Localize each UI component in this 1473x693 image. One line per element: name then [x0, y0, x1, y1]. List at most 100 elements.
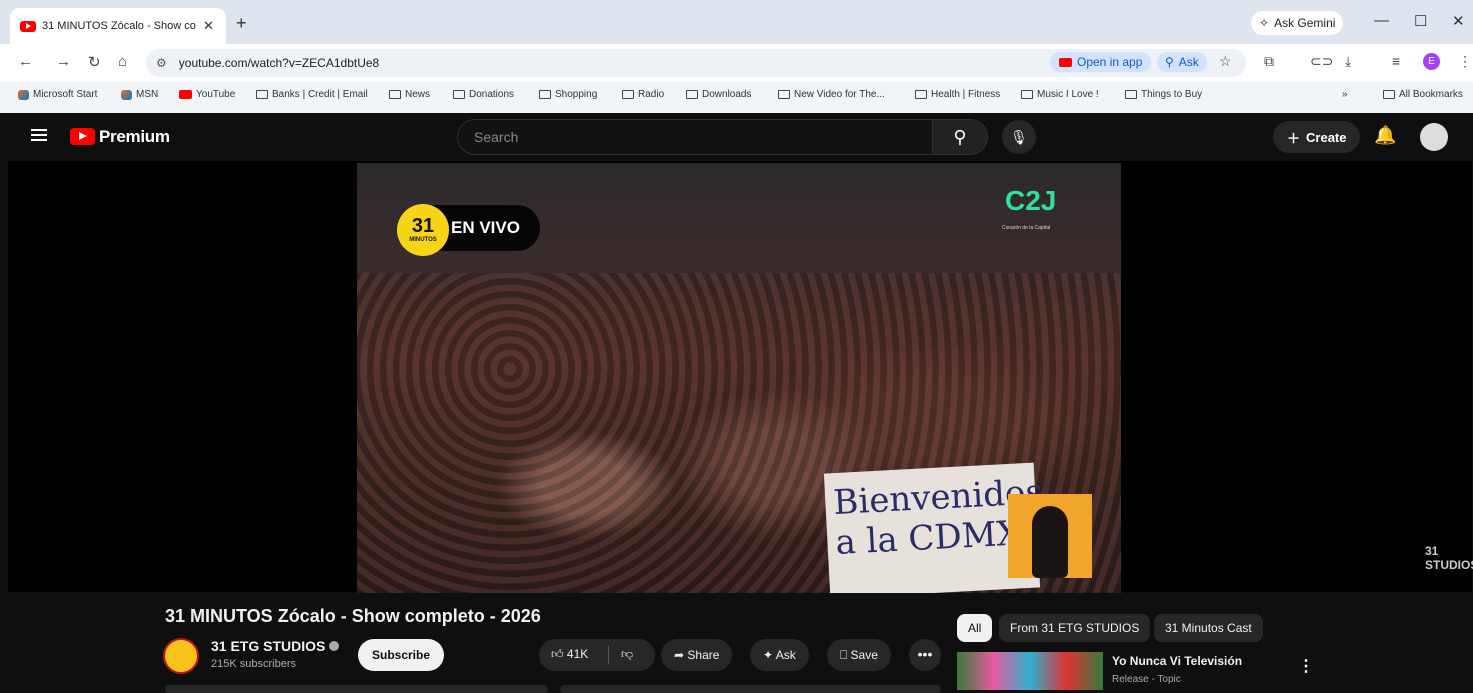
bookmarks-overflow-button[interactable]: » — [1342, 89, 1348, 100]
channel-bug-logo: C2J — [1005, 185, 1057, 216]
open-in-app-button[interactable]: Open in app — [1050, 52, 1152, 72]
open-in-app-label: Open in app — [1077, 55, 1143, 69]
folder-icon — [915, 90, 927, 99]
bookmark-item[interactable]: MSN — [121, 89, 158, 100]
download-icon[interactable]: ⤓ — [1345, 53, 1351, 70]
chip-all[interactable]: All — [957, 614, 993, 642]
forward-icon[interactable]: → — [56, 53, 71, 70]
folder-icon — [1021, 90, 1033, 99]
menu-hamburger-icon[interactable] — [31, 129, 47, 141]
bookmark-item[interactable]: Banks | Credit | Email — [256, 89, 368, 100]
like-divider — [608, 646, 609, 664]
more-actions-button[interactable]: ••• — [909, 639, 941, 671]
subscribe-button[interactable]: Subscribe — [358, 639, 445, 671]
save-button[interactable]: ⎕ Save — [827, 639, 891, 671]
description-box[interactable] — [165, 685, 548, 693]
bookmark-item[interactable]: Radio — [622, 89, 664, 100]
youtube-logo-icon[interactable] — [70, 128, 95, 145]
share-icon: ➦ — [674, 648, 685, 662]
recommended-more-icon[interactable]: ⋮ — [1298, 656, 1314, 676]
notifications-bell-icon[interactable]: 🔔 — [1374, 125, 1396, 146]
channel-name[interactable]: 31 ETG STUDIOS — [211, 638, 340, 654]
voice-search-button[interactable]: 🎙 — [1002, 120, 1036, 154]
video-frame[interactable]: EN VIVO 31 MINUTOS C2J Corazón de la Cap… — [357, 163, 1121, 593]
bookmark-item[interactable]: YouTube — [179, 89, 235, 100]
bookmark-label: Donations — [469, 89, 515, 100]
bookmark-label: News — [405, 89, 431, 100]
logo-number: 31 — [411, 215, 435, 237]
ask-button[interactable]: ⚲ Ask — [1157, 52, 1207, 72]
folder-icon — [256, 90, 268, 99]
like-count: 41K — [566, 647, 589, 661]
chip-31-minutos-cast[interactable]: 31 Minutos Cast — [1154, 614, 1263, 642]
menu-kebab-icon[interactable]: ⋮ — [1458, 53, 1472, 70]
bookmark-item[interactable]: Donations — [453, 89, 514, 100]
bookmark-item[interactable]: Things to Buy — [1125, 89, 1202, 100]
tab-active[interactable]: 31 MINUTOS Zócalo - Show co ✕ — [10, 8, 226, 44]
profile-avatar[interactable]: E — [1423, 53, 1440, 70]
folder-icon — [622, 90, 634, 99]
more-horizontal-icon: ••• — [917, 646, 933, 662]
youtube-favicon-icon — [20, 20, 36, 32]
plus-icon: ＋ — [1287, 130, 1301, 146]
like-button[interactable]: 👍︎ 41K — [551, 647, 588, 662]
youtube-icon — [179, 90, 192, 99]
link-icon[interactable]: ⊂⊃ — [1310, 53, 1333, 70]
home-icon[interactable]: ⌂ — [118, 53, 127, 70]
ask-gemini-button[interactable]: ✧ Ask Gemini — [1251, 11, 1344, 35]
bookmark-icon: ⎕ — [840, 648, 848, 662]
bookmark-item[interactable]: Shopping — [539, 89, 597, 100]
ask-button[interactable]: ✦ Ask — [750, 639, 809, 671]
account-avatar[interactable] — [1420, 123, 1448, 151]
close-window-button[interactable]: ✕ — [1452, 12, 1465, 30]
recommended-title[interactable]: Yo Nunca Vi Televisión — [1112, 654, 1242, 668]
channel-name-text: 31 ETG STUDIOS — [211, 638, 326, 654]
maximize-button[interactable]: ☐ — [1414, 12, 1427, 30]
bookmark-label: YouTube — [196, 89, 236, 100]
search-input[interactable]: Search — [457, 119, 933, 155]
microphone-icon: 🎙 — [1010, 129, 1028, 145]
search-button[interactable]: ⚲ — [932, 119, 988, 155]
channel-avatar[interactable] — [163, 638, 199, 674]
extensions-icon[interactable]: ⧉ — [1264, 53, 1274, 70]
bookmark-star-icon[interactable]: ☆ — [1219, 53, 1232, 70]
create-button[interactable]: ＋ Create — [1273, 121, 1361, 153]
minimize-button[interactable]: — — [1374, 12, 1389, 29]
all-bookmarks-button[interactable]: All Bookmarks — [1383, 89, 1463, 100]
site-settings-icon[interactable]: ⚙ — [156, 56, 167, 70]
31-minutos-logo: 31 MINUTOS — [397, 204, 449, 256]
bookmark-label: Music I Love ! — [1037, 89, 1099, 100]
folder-icon — [453, 90, 465, 99]
bookmark-item[interactable]: Microsoft Start — [18, 89, 97, 100]
folder-icon — [389, 90, 401, 99]
thumbs-down-icon: 👎︎ — [621, 647, 634, 661]
tab-title: 31 MINUTOS Zócalo - Show co — [42, 20, 196, 32]
dislike-button[interactable]: 👎︎ — [621, 647, 633, 662]
bookmark-item[interactable]: New Video for The... — [778, 89, 885, 100]
reload-icon[interactable]: ↻ — [88, 53, 101, 71]
brand-label[interactable]: Premium — [99, 127, 170, 147]
bookmark-label: MSN — [136, 89, 159, 100]
comments-box[interactable] — [560, 685, 941, 693]
bookmark-label: Radio — [638, 89, 665, 100]
back-icon[interactable]: ← — [18, 53, 33, 70]
bookmark-label: All Bookmarks — [1399, 89, 1463, 100]
share-label: Share — [687, 648, 720, 662]
new-tab-button[interactable]: + — [236, 13, 247, 34]
create-label: Create — [1306, 129, 1347, 145]
bookmark-item[interactable]: News — [389, 89, 430, 100]
tab-strip: 31 MINUTOS Zócalo - Show co ✕ + ✧ Ask Ge… — [0, 0, 1473, 44]
save-label: Save — [850, 648, 878, 662]
bookmark-item[interactable]: Health | Fitness — [915, 89, 1000, 100]
toolbar: ← → ↻ ⌂ ⚙ youtube.com/watch?v=ZECA1dbtUe… — [0, 44, 1473, 82]
chip-from-channel[interactable]: From 31 ETG STUDIOS — [999, 614, 1151, 642]
bookmark-item[interactable]: Downloads — [686, 89, 751, 100]
youtube-header: Premium Search ⚲ 🎙 ＋ Create 🔔 — [0, 113, 1473, 161]
reading-list-icon[interactable]: ≡ — [1392, 53, 1400, 69]
recommended-thumbnail[interactable] — [957, 652, 1103, 690]
video-player[interactable]: EN VIVO 31 MINUTOS C2J Corazón de la Cap… — [8, 161, 1473, 593]
bookmark-label: New Video for The... — [794, 89, 885, 100]
share-button[interactable]: ➦ Share — [661, 639, 733, 671]
bookmark-item[interactable]: Music I Love ! — [1021, 89, 1099, 100]
close-tab-icon[interactable]: ✕ — [203, 18, 214, 34]
